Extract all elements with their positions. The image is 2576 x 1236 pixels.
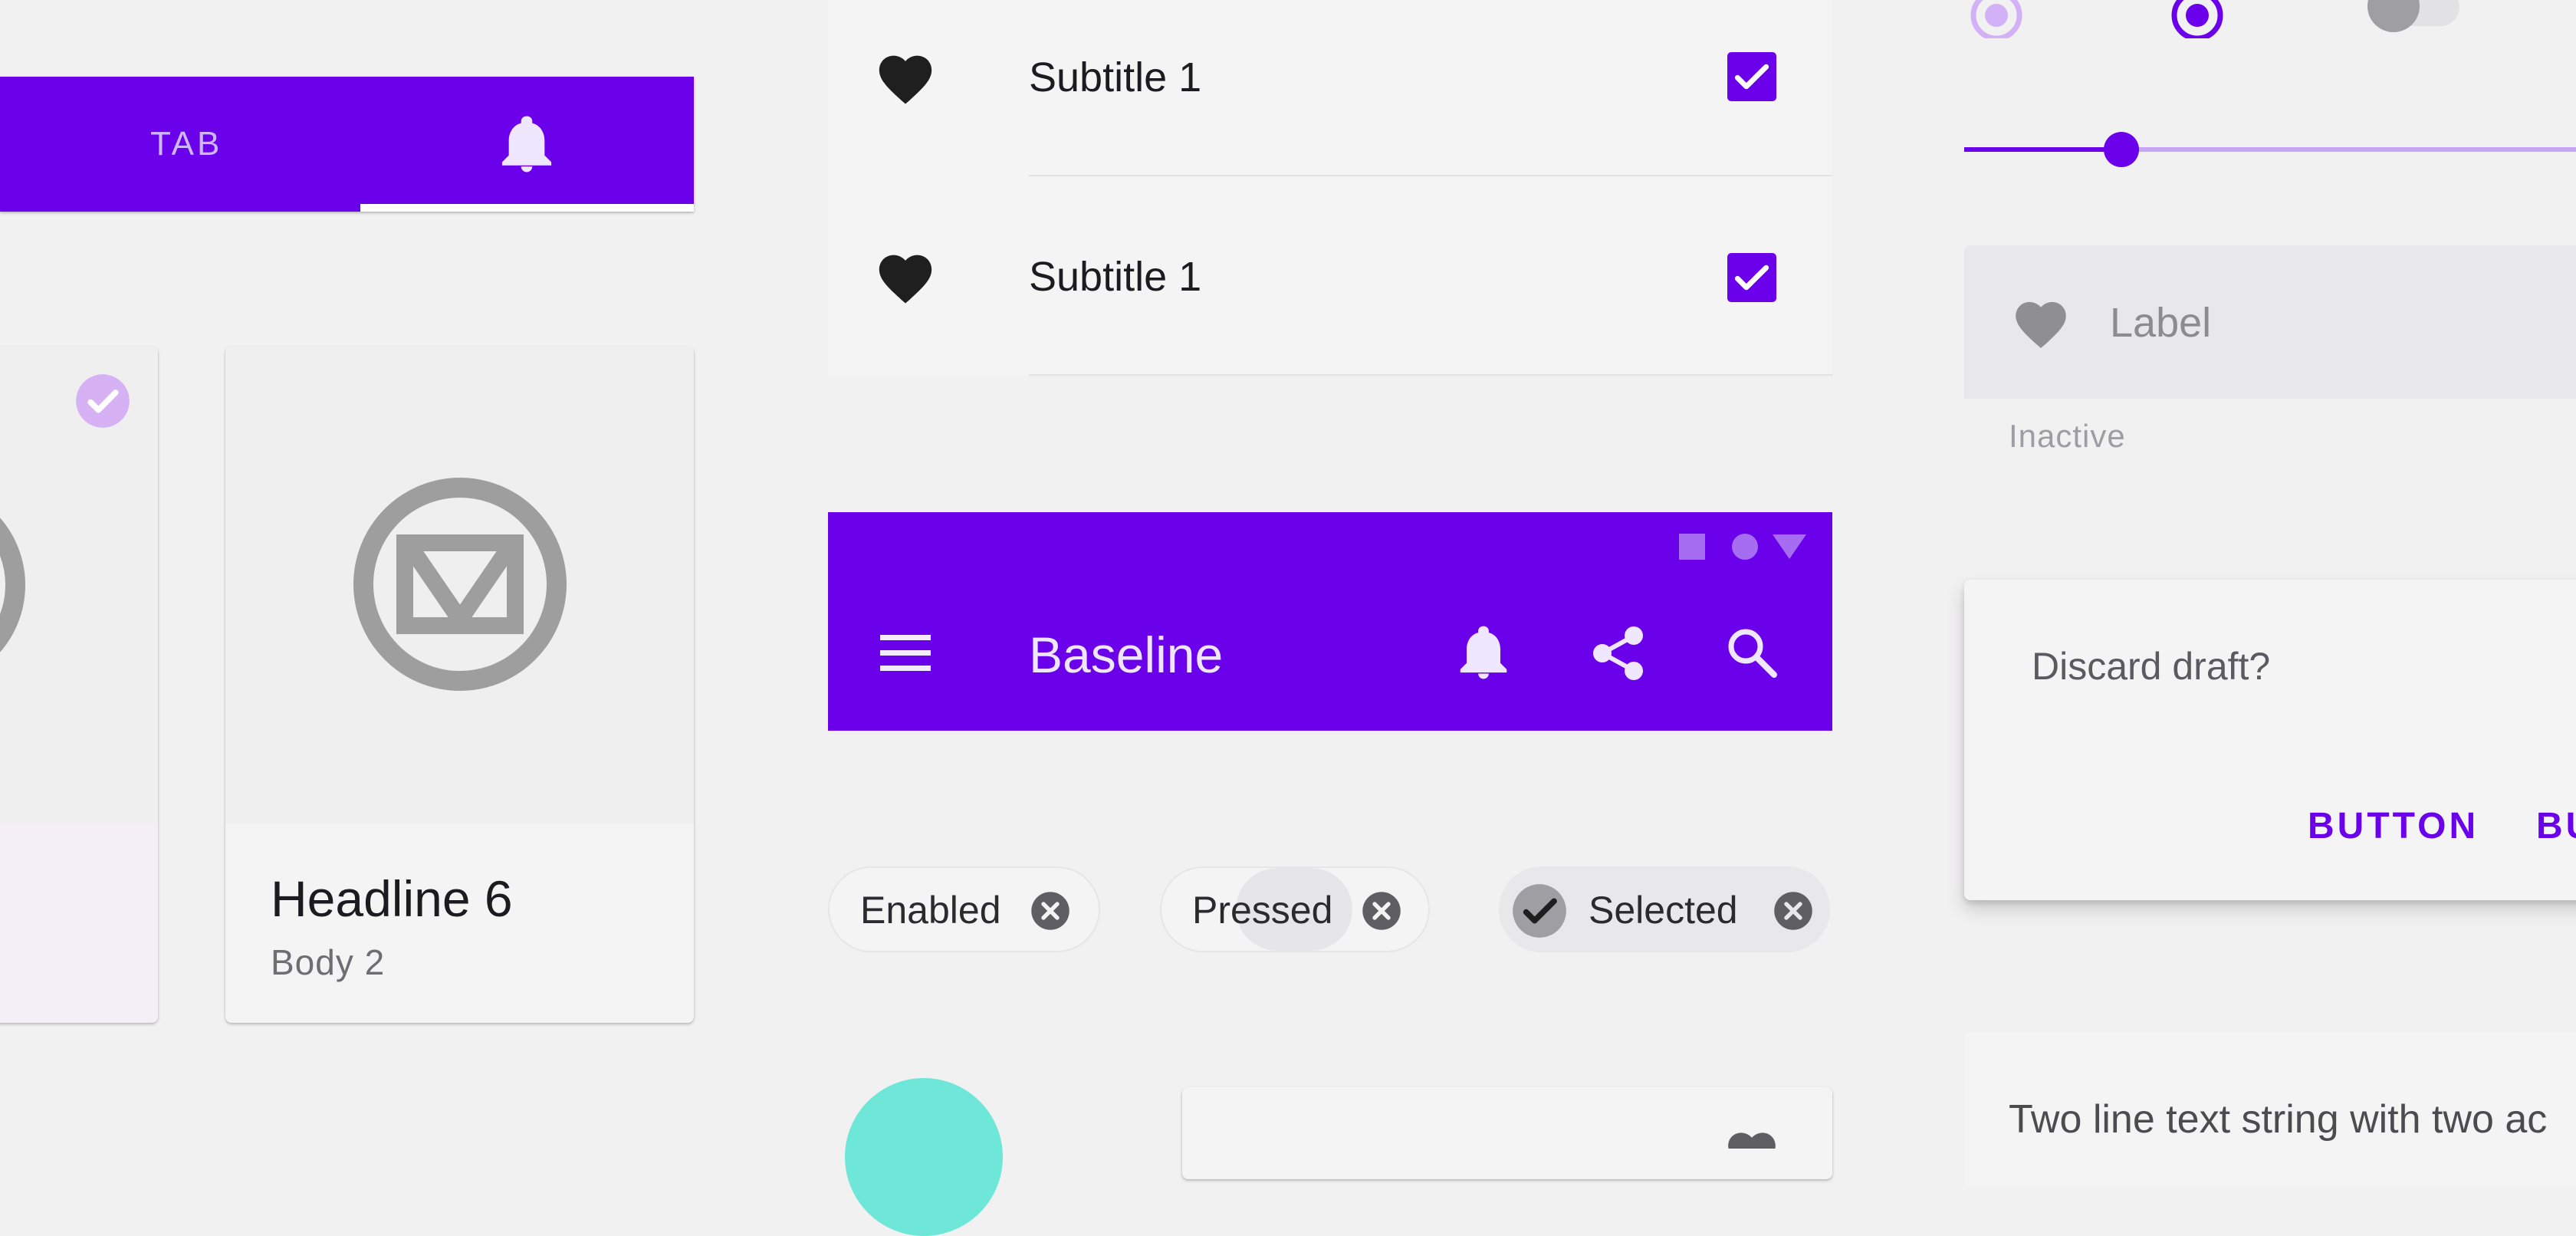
card-left-logo <box>0 479 31 691</box>
chip-selected-check <box>1510 882 1569 940</box>
share-button[interactable] <box>1592 626 1645 681</box>
list-item-icon <box>874 48 937 106</box>
chip-close[interactable] <box>1030 890 1071 932</box>
list-item-label: Subtitle 1 <box>1029 54 1202 100</box>
radio-selected[interactable] <box>2170 0 2225 38</box>
circle-icon <box>1732 534 1758 560</box>
slider-track-inactive <box>2121 147 2576 152</box>
check-circle-icon <box>1513 884 1566 938</box>
chip-label: Pressed <box>1192 889 1333 932</box>
helper-text: Inactive <box>2009 418 2126 454</box>
card-left-select[interactable] <box>74 372 132 430</box>
cancel-icon <box>1362 892 1401 930</box>
text-field-icon <box>2010 294 2072 350</box>
slider-track-active <box>1964 147 2121 152</box>
radio-unselected[interactable] <box>1969 0 2024 38</box>
radio-checked-icon <box>2171 0 2223 38</box>
dialog-button[interactable]: BUTTON <box>2308 805 2479 847</box>
switch-icon <box>2367 0 2459 32</box>
heart-icon <box>879 55 932 104</box>
search-button[interactable] <box>1725 626 1779 679</box>
card-body: Body 2 <box>271 942 386 982</box>
two-line-text: Two line text string with two ac <box>2009 1097 2548 1142</box>
share-icon <box>1593 626 1643 680</box>
card-headline: Headline 6 <box>271 870 513 927</box>
slider-thumb[interactable] <box>2104 132 2139 167</box>
status-bar <box>1677 531 1815 561</box>
list-divider <box>1029 374 1832 376</box>
tab-text[interactable]: TAB <box>150 125 222 163</box>
heart-icon <box>879 255 932 304</box>
text-field-label: Label <box>2110 300 2212 346</box>
app-bar-title: Baseline <box>1029 626 1224 683</box>
chip-label: Enabled <box>860 889 1001 932</box>
m-logo-icon <box>353 478 567 691</box>
cancel-icon <box>1031 892 1070 930</box>
menu-icon <box>880 635 931 671</box>
notifications-button[interactable] <box>1458 624 1509 681</box>
check-icon <box>1734 265 1769 291</box>
status-icons <box>1679 534 1806 560</box>
switch[interactable] <box>2363 0 2463 35</box>
dialog-button[interactable]: BU <box>2536 805 2576 847</box>
list-item[interactable] <box>828 176 1832 376</box>
dialog <box>1964 580 2576 900</box>
m-logo-icon <box>0 518 25 653</box>
chip-label: Selected <box>1589 889 1738 932</box>
list-item-checkbox[interactable] <box>1727 52 1776 101</box>
tab-bar <box>0 77 694 212</box>
list-item-checkbox[interactable] <box>1727 253 1776 302</box>
card-content <box>0 823 158 1023</box>
square-icon <box>1679 534 1705 560</box>
cancel-icon <box>1774 892 1812 930</box>
list-item-icon <box>874 247 937 305</box>
check-circle-icon <box>76 374 130 428</box>
menu-button[interactable] <box>879 633 932 673</box>
fab[interactable] <box>845 1078 1003 1236</box>
heart-icon <box>1728 1132 1776 1149</box>
bell-icon <box>1460 626 1507 679</box>
check-icon <box>1734 64 1769 90</box>
list-item-label: Subtitle 1 <box>1029 254 1202 300</box>
search-icon <box>1728 629 1777 678</box>
tab-indicator <box>360 204 694 212</box>
triangle-icon <box>1773 534 1806 559</box>
heart-icon <box>2016 301 2066 349</box>
radio-icon <box>1970 0 2022 38</box>
chip-close[interactable] <box>1773 890 1814 932</box>
bottom-card-heart[interactable] <box>1723 1126 1780 1149</box>
bell-icon <box>501 116 552 173</box>
dialog-text: Discard draft? <box>2032 645 2271 688</box>
card-right-logo <box>353 477 567 692</box>
chip-close[interactable] <box>1361 890 1402 932</box>
list-item[interactable] <box>828 0 1832 176</box>
tab-bell[interactable] <box>500 115 554 173</box>
